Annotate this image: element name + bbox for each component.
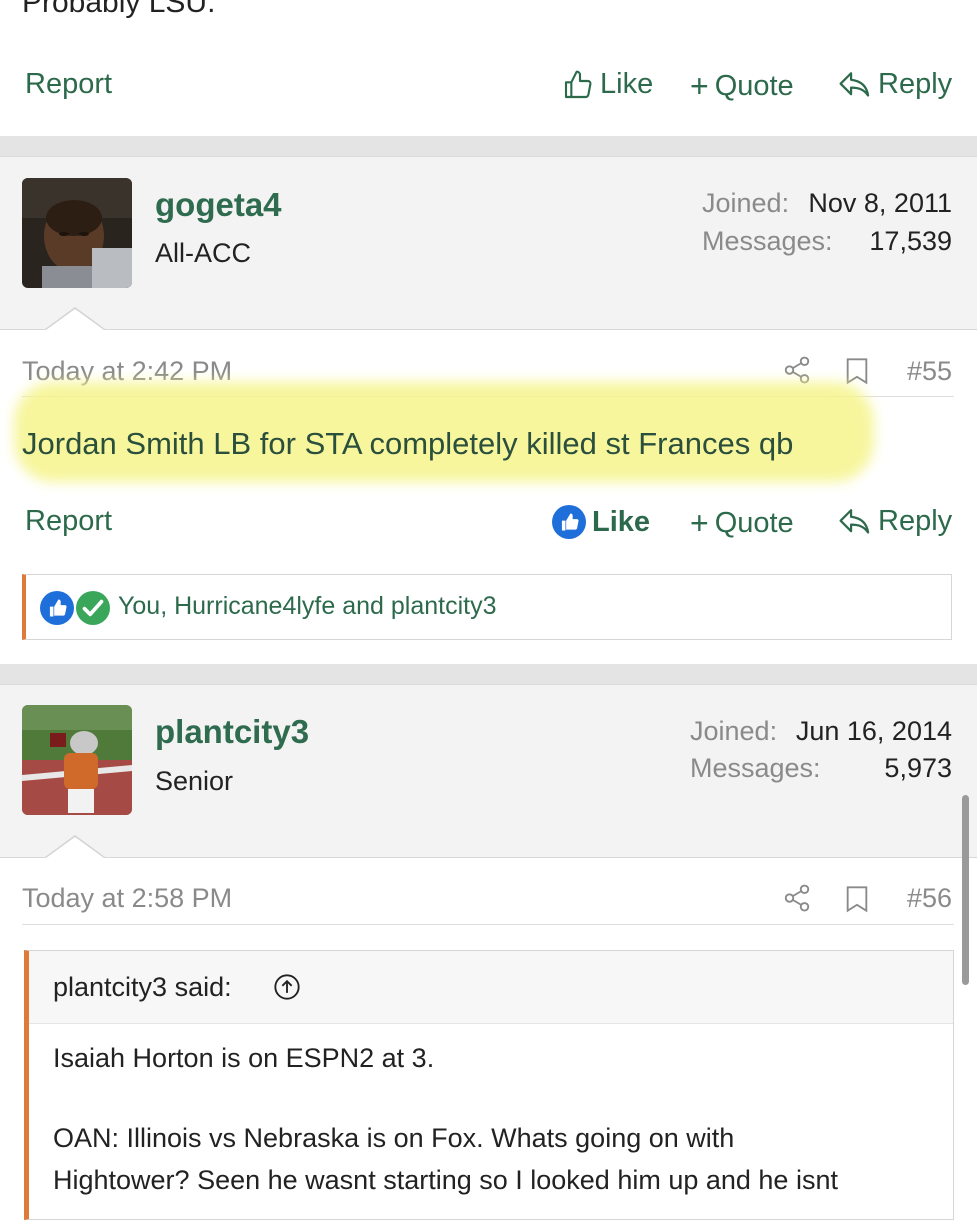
plus-icon: + [690, 68, 709, 104]
reply-button[interactable]: Reply [838, 68, 952, 101]
username[interactable]: plantcity3 [155, 713, 309, 751]
scrollbar[interactable] [962, 795, 969, 985]
reply-label: Reply [878, 68, 953, 100]
like-reaction-icon [40, 591, 74, 625]
joined-value: Nov 8, 2011 [808, 188, 952, 218]
quote-label: Quote [714, 507, 794, 539]
messages-value: 17,539 [869, 226, 952, 256]
avatar-image [22, 705, 132, 815]
quote-header: plantcity3 said: [29, 951, 953, 1024]
quote-line: OAN: Illinois vs Nebraska is on Fox. Wha… [53, 1123, 735, 1153]
messages-label: Messages: [690, 753, 821, 783]
reactions-text[interactable]: You, Hurricane4lyfe and plantcity3 [118, 592, 496, 621]
report-link[interactable]: Report [25, 68, 112, 101]
avatar[interactable] [22, 178, 132, 288]
joined-label: Joined: [690, 716, 778, 746]
reactions-summary[interactable]: You, Hurricane4lyfe and plantcity3 [22, 574, 952, 640]
bookmark-icon[interactable] [845, 357, 869, 385]
quote-line: Hightower? Seen he wasnt starting so I l… [53, 1165, 838, 1195]
joined-label: Joined: [702, 188, 790, 218]
share-icon[interactable] [782, 883, 812, 913]
messages-label: Messages: [702, 226, 833, 256]
check-reaction-icon [76, 591, 110, 625]
user-info-block [0, 684, 977, 858]
joined-value: Jun 16, 2014 [795, 716, 952, 746]
arrow-up-circle-icon[interactable] [273, 973, 301, 1001]
quote-block: plantcity3 said: Isaiah Horton is on ESP… [24, 950, 954, 1220]
reply-label: Reply [878, 505, 953, 537]
post-message: Jordan Smith LB for STA completely kille… [22, 426, 794, 461]
quote-line: Isaiah Horton is on ESPN2 at 3. [53, 1043, 435, 1073]
like-button-active[interactable]: Like [552, 505, 650, 539]
quote-author[interactable]: plantcity3 said: [53, 972, 232, 1003]
thumbs-up-icon [552, 505, 586, 539]
previous-post-text: Probably LSU. [22, 0, 216, 19]
quote-button[interactable]: + Quote [690, 505, 794, 542]
post-number[interactable]: #55 [907, 356, 952, 387]
arrow-notch-inner [46, 309, 104, 330]
divider [22, 924, 954, 925]
post-number[interactable]: #56 [907, 883, 952, 914]
share-icon[interactable] [782, 355, 812, 385]
username[interactable]: gogeta4 [155, 186, 282, 224]
avatar[interactable] [22, 705, 132, 815]
thumbs-up-icon [564, 70, 592, 98]
post-separator [0, 136, 977, 156]
reply-arrow-icon [839, 508, 870, 534]
like-label: Like [592, 505, 651, 538]
post-timestamp[interactable]: Today at 2:58 PM [22, 883, 232, 914]
reply-arrow-icon [839, 71, 870, 97]
user-title: All-ACC [155, 238, 252, 268]
like-button[interactable]: Like [562, 68, 653, 101]
post-separator [0, 664, 977, 684]
quote-label: Quote [714, 70, 794, 102]
like-label: Like [600, 68, 654, 100]
quote-button[interactable]: + Quote [690, 68, 794, 105]
avatar-image [22, 178, 132, 288]
bookmark-icon[interactable] [845, 885, 869, 913]
plus-icon: + [690, 505, 709, 541]
user-title: Senior [155, 766, 234, 796]
messages-value: 5,973 [884, 753, 952, 783]
report-link[interactable]: Report [25, 505, 112, 538]
reply-button[interactable]: Reply [838, 505, 952, 538]
arrow-notch-inner [46, 837, 104, 858]
